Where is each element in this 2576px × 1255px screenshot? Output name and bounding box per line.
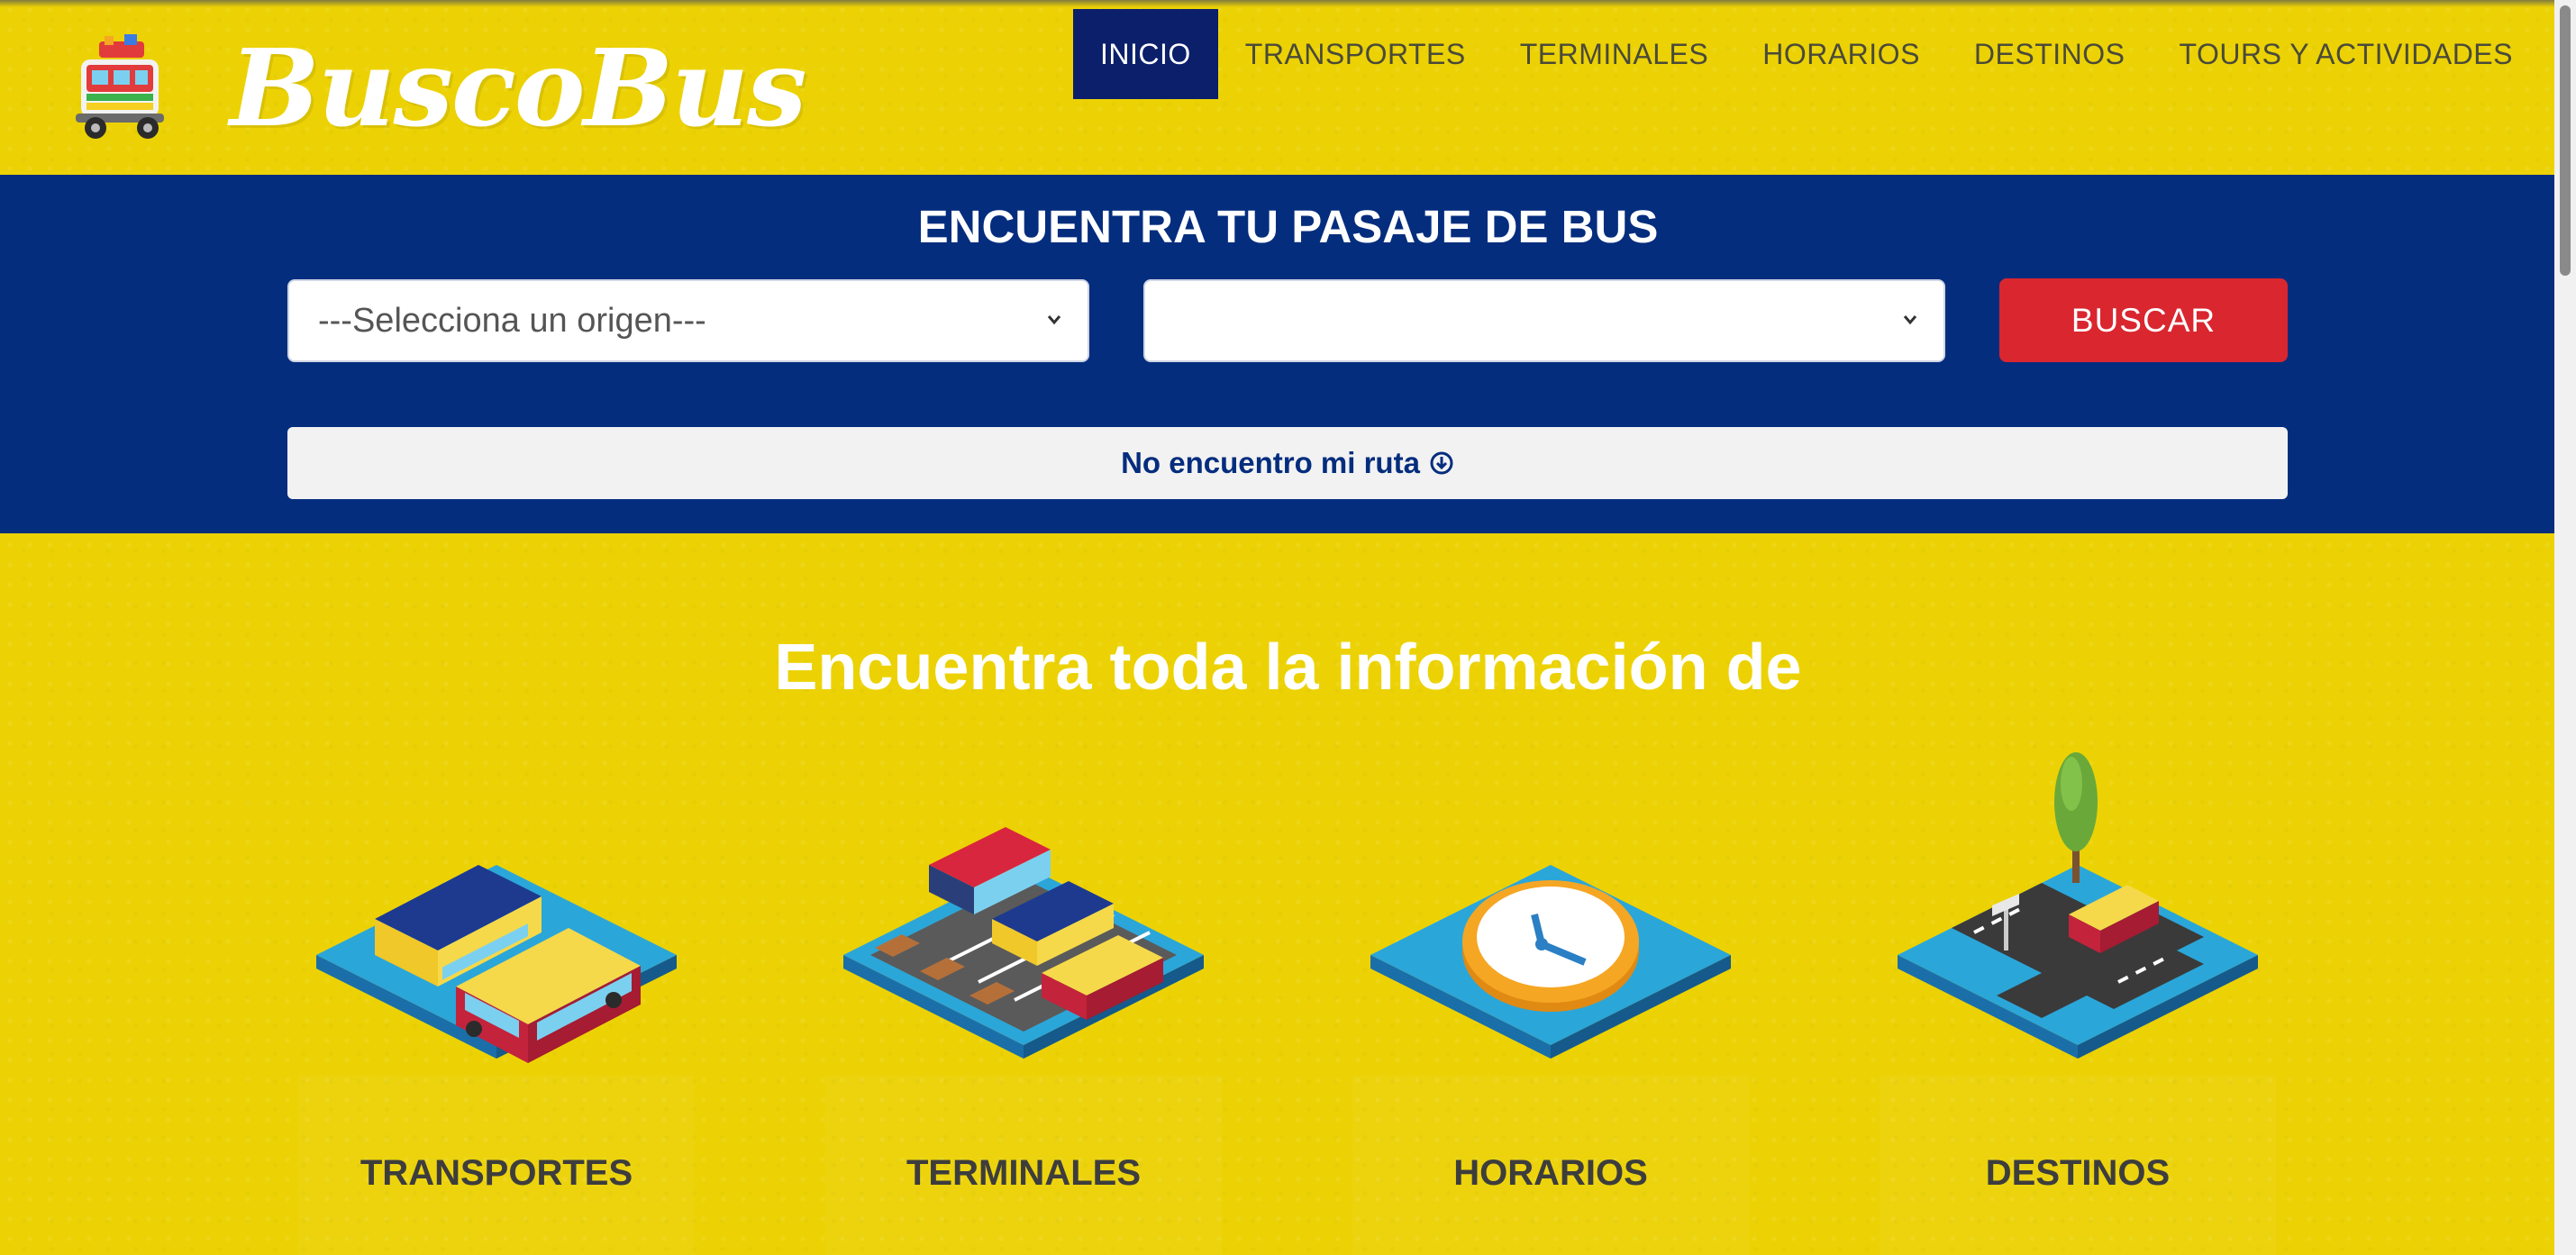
arrow-circle-down-icon (1430, 451, 1453, 475)
nav-item-transportes[interactable]: TRANSPORTES (1218, 9, 1493, 99)
destination-select[interactable] (1143, 279, 1945, 362)
card-destinos[interactable]: DESTINOS (1880, 730, 2276, 1255)
nav-item-destinos[interactable]: DESTINOS (1947, 9, 2153, 99)
card-label: HORARIOS (1453, 1153, 1648, 1193)
bus-logo-icon[interactable] (72, 34, 173, 148)
no-route-label: No encuentro mi ruta (1121, 446, 1420, 479)
info-title: Encuentra toda la información de (774, 632, 1802, 704)
nav-item-terminales[interactable]: TERMINALES (1493, 9, 1735, 99)
buses-icon (316, 865, 677, 1063)
site-header: BuscoBus INICIO TRANSPORTES TERMINALES H… (0, 0, 2554, 175)
main-nav: INICIO TRANSPORTES TERMINALES HORARIOS D… (1073, 9, 2540, 99)
nav-item-horarios[interactable]: HORARIOS (1735, 9, 1947, 99)
chevron-down-icon (1047, 315, 1061, 325)
nav-item-tours[interactable]: TOURS Y ACTIVIDADES (2152, 9, 2540, 99)
chevron-down-icon (1903, 315, 1917, 325)
crossroad-icon (1898, 752, 2258, 1059)
card-label: TRANSPORTES (360, 1153, 633, 1193)
search-section: ENCUENTRA TU PASAJE DE BUS ---Selecciona… (0, 175, 2554, 533)
terminal-icon (843, 827, 1204, 1059)
search-title: ENCUENTRA TU PASAJE DE BUS (917, 201, 1659, 252)
card-label: TERMINALES (906, 1153, 1141, 1193)
origin-select-value: ---Selecciona un origen--- (318, 301, 706, 340)
no-route-button[interactable]: No encuentro mi ruta (287, 427, 2288, 499)
clock-icon (1370, 865, 1731, 1059)
nav-item-inicio[interactable]: INICIO (1073, 9, 1218, 99)
search-button[interactable]: BUSCAR (1999, 278, 2288, 362)
origin-select[interactable]: ---Selecciona un origen--- (287, 279, 1089, 362)
card-label: DESTINOS (1985, 1153, 2171, 1193)
page-scrollbar[interactable] (2554, 0, 2576, 1255)
card-transportes[interactable]: TRANSPORTES (298, 730, 695, 1255)
card-terminales[interactable]: TERMINALES (825, 730, 1222, 1255)
scrollbar-thumb[interactable] (2560, 5, 2571, 276)
brand-logo-text[interactable]: BuscoBus (230, 25, 806, 150)
card-horarios[interactable]: HORARIOS (1352, 730, 1749, 1255)
